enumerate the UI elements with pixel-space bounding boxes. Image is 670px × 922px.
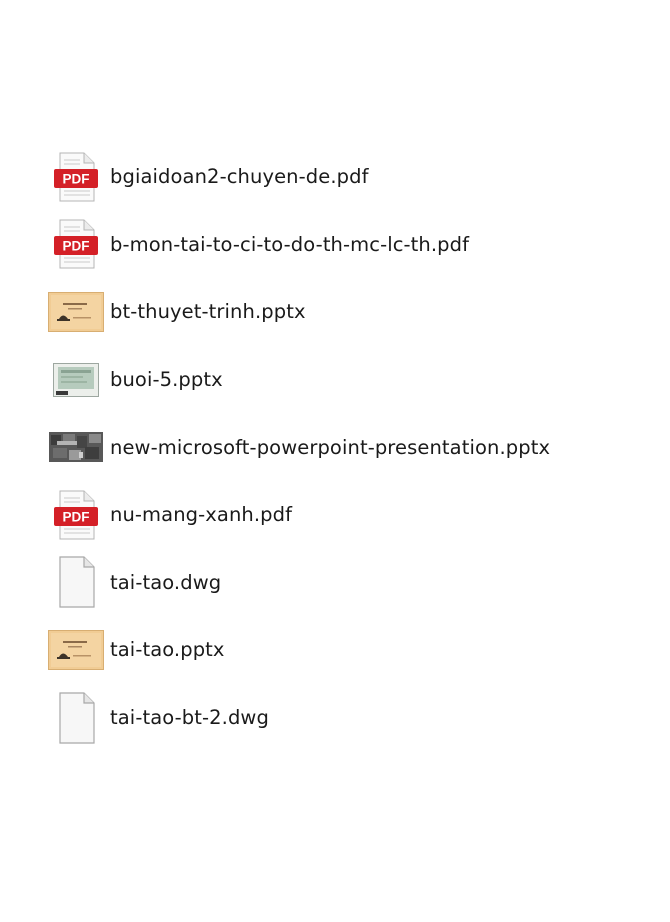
- file-item[interactable]: bt-thuyet-trinh.pptx: [48, 278, 648, 346]
- file-name: tai-tao.pptx: [110, 638, 225, 662]
- pdf-badge-text: PDF: [63, 239, 90, 254]
- file-name: nu-mang-xanh.pdf: [110, 503, 293, 527]
- file-item[interactable]: buoi-5.pptx: [48, 346, 648, 414]
- file-item[interactable]: tai-tao.dwg: [48, 549, 648, 617]
- file-name: bgiaidoan2-chuyen-de.pdf: [110, 165, 369, 189]
- file-item[interactable]: tai-tao.pptx: [48, 616, 648, 684]
- file-name: tai-tao.dwg: [110, 570, 222, 594]
- pdf-icon: PDF: [48, 487, 104, 543]
- file-item[interactable]: PDF b-mon-tai-to-ci-to-do-th-mc-lc-th.pd…: [48, 211, 648, 279]
- file-item[interactable]: PDF nu-mang-xanh.pdf: [48, 481, 648, 549]
- file-name: new-microsoft-powerpoint-presentation.pp…: [110, 435, 551, 459]
- pptx-thumbnail-icon: [48, 622, 104, 678]
- file-name: b-mon-tai-to-ci-to-do-th-mc-lc-th.pdf: [110, 232, 470, 256]
- pptx-thumbnail-icon: [48, 284, 104, 340]
- pdf-icon: PDF: [48, 216, 104, 272]
- pdf-badge-text: PDF: [63, 509, 90, 524]
- pdf-badge-text: PDF: [63, 171, 90, 186]
- pptx-thumbnail-icon: [48, 352, 104, 408]
- file-name: buoi-5.pptx: [110, 368, 223, 392]
- file-item[interactable]: PDF bgiaidoan2-chuyen-de.pdf: [48, 143, 648, 211]
- file-name: bt-thuyet-trinh.pptx: [110, 300, 306, 324]
- file-name: tai-tao-bt-2.dwg: [110, 706, 269, 730]
- file-list: PDF bgiaidoan2-chuyen-de.pdf PDF b-mon-t…: [48, 143, 648, 751]
- blank-file-icon: [48, 554, 104, 610]
- file-item[interactable]: new-microsoft-powerpoint-presentation.pp…: [48, 413, 648, 481]
- file-item[interactable]: tai-tao-bt-2.dwg: [48, 684, 648, 752]
- pdf-icon: PDF: [48, 149, 104, 205]
- file-list-window: { "files": [ {"name": "bgiaidoan2-chuyen…: [0, 0, 670, 922]
- pptx-thumbnail-icon: [48, 419, 104, 475]
- blank-file-icon: [48, 690, 104, 746]
